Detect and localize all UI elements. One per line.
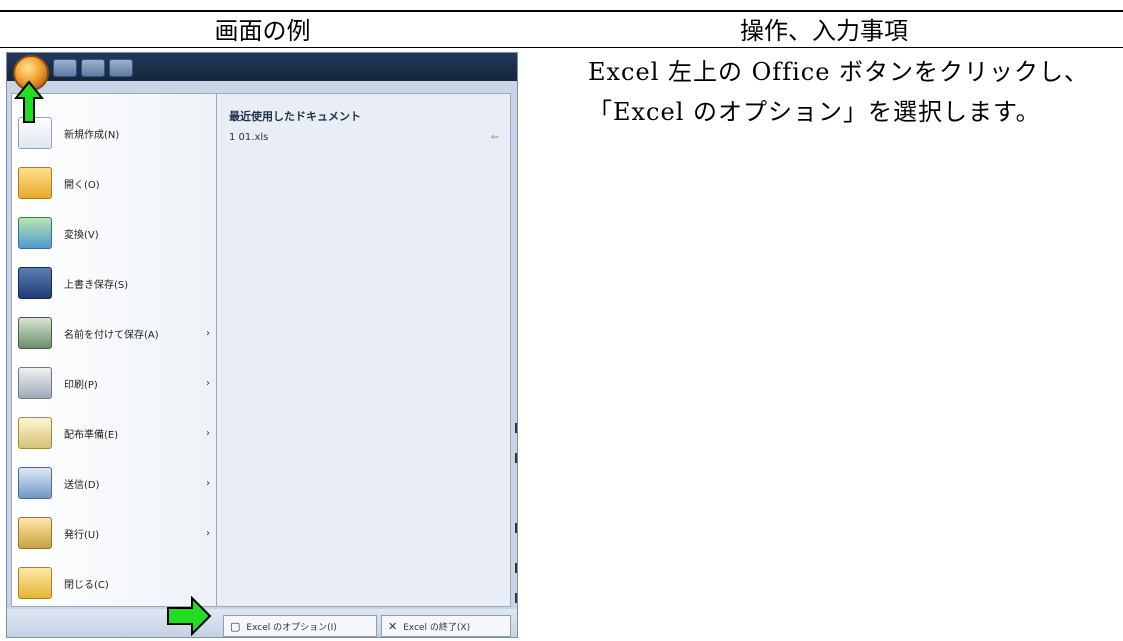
menu-item-label: 名前を付けて保存(A) (64, 329, 159, 341)
excel-options-label: Excel のオプション(I) (246, 622, 337, 633)
print-icon (18, 367, 52, 399)
menu-item-label: 発行(U) (64, 529, 100, 541)
excel-exit-label: Excel の終了(X) (403, 622, 471, 633)
recent-document-name: 1 01.xls (229, 132, 269, 143)
scroll-marks (515, 93, 517, 607)
exit-icon: ✕ (388, 619, 398, 633)
prepare-icon (18, 417, 52, 449)
menu-item-new[interactable]: 新規作成(N) (18, 114, 214, 152)
menu-item-label: 送信(D) (64, 479, 100, 491)
column-header-example: 画面の例 (214, 17, 311, 45)
menu-item-label: 閉じる(C) (64, 579, 109, 591)
save-icon (18, 267, 52, 299)
excel-screenshot: 新規作成(N) 開く(O) 変換(V) 上書き保存(S) 名前を付けて保存(A) › 印刷(… (6, 52, 518, 638)
excel-exit-button[interactable]: ✕ Excel の終了(X) (381, 615, 511, 637)
quick-access-toolbar (53, 59, 133, 77)
open-folder-icon (18, 167, 52, 199)
menu-item-send[interactable]: 送信(D) › (18, 464, 214, 502)
recent-documents-panel: 最近使用したドキュメント 1 01.xls ⇐ (217, 93, 511, 607)
green-right-arrow-icon (167, 596, 212, 636)
options-icon: ▢ (230, 619, 241, 633)
menu-item-label: 開く(O) (64, 179, 100, 191)
menu-item-convert[interactable]: 変換(V) (18, 214, 214, 252)
convert-icon (18, 217, 52, 249)
submenu-arrow-icon: › (206, 477, 210, 489)
instruction-text: Excel 左上の Office ボタンをクリックし、「Excel のオプション… (588, 58, 1090, 126)
qat-undo-icon[interactable] (81, 59, 105, 77)
qat-save-icon[interactable] (53, 59, 77, 77)
menu-item-prepare[interactable]: 配布準備(E) › (18, 414, 214, 452)
menu-item-label: 新規作成(N) (64, 129, 120, 141)
menu-item-open[interactable]: 開く(O) (18, 164, 214, 202)
submenu-arrow-icon: › (206, 527, 210, 539)
menu-item-label: 変換(V) (64, 229, 99, 241)
menu-item-save[interactable]: 上書き保存(S) (18, 264, 214, 302)
submenu-arrow-icon: › (206, 377, 210, 389)
title-bar (7, 53, 517, 81)
column-header-operation: 操作、入力事項 (740, 17, 908, 45)
send-icon (18, 467, 52, 499)
submenu-arrow-icon: › (206, 427, 210, 439)
up-arrow-shape (14, 80, 44, 123)
green-up-arrow-icon (14, 80, 44, 123)
excel-options-button[interactable]: ▢ Excel のオプション(I) (223, 615, 377, 637)
recent-documents-title: 最近使用したドキュメント (229, 110, 361, 123)
pin-icon[interactable]: ⇐ (491, 132, 499, 143)
header-rule (0, 47, 1123, 48)
submenu-arrow-icon: › (206, 327, 210, 339)
recent-document-item[interactable]: 1 01.xls ⇐ (229, 132, 499, 143)
menu-item-label: 印刷(P) (64, 379, 98, 391)
office-menu-commands: 新規作成(N) 開く(O) 変換(V) 上書き保存(S) 名前を付けて保存(A) › 印刷(… (11, 93, 217, 607)
menu-item-print[interactable]: 印刷(P) › (18, 364, 214, 402)
qat-redo-icon[interactable] (109, 59, 133, 77)
menu-item-label: 上書き保存(S) (64, 279, 129, 291)
right-arrow-shape (167, 596, 212, 636)
menu-item-publish[interactable]: 発行(U) › (18, 514, 214, 552)
save-as-icon (18, 317, 52, 349)
publish-icon (18, 517, 52, 549)
menu-item-saveas[interactable]: 名前を付けて保存(A) › (18, 314, 214, 352)
menu-item-label: 配布準備(E) (64, 429, 119, 441)
close-folder-icon (18, 567, 52, 599)
top-rule (0, 10, 1123, 12)
